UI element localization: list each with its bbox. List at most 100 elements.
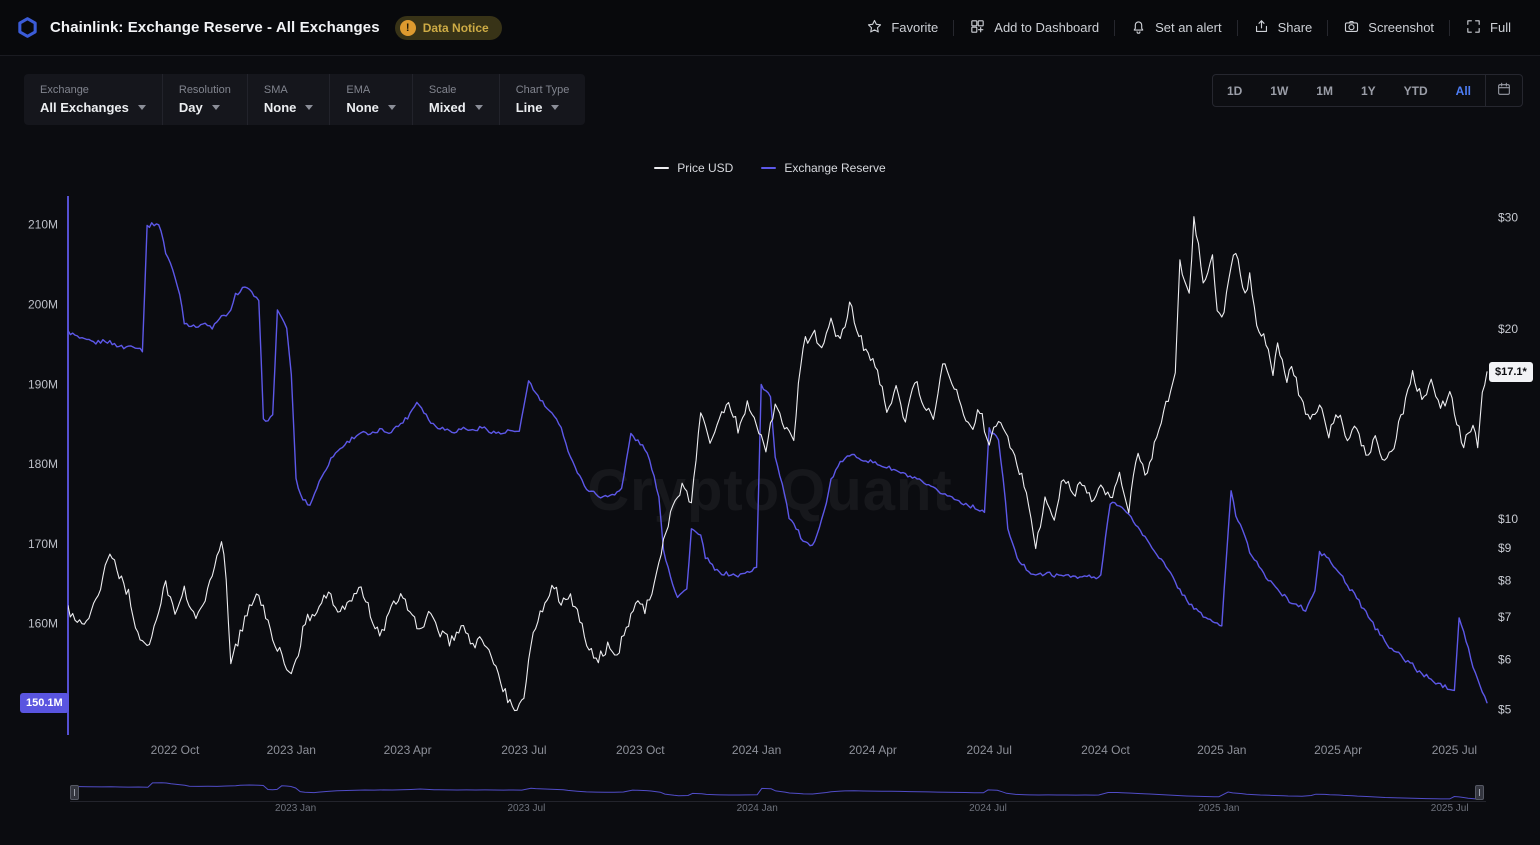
x-axis-tick: 2025 Apr — [1314, 743, 1362, 757]
share-button[interactable]: Share — [1240, 12, 1326, 44]
resolution-label: Resolution — [179, 84, 231, 96]
share-icon — [1253, 18, 1270, 38]
navigator-track[interactable] — [70, 778, 1486, 803]
right-axis-tick: $5 — [1498, 703, 1512, 717]
dashboard-add-icon — [969, 18, 986, 38]
exchange-reserve-line — [68, 223, 1487, 703]
x-axis-tick: 2023 Apr — [384, 743, 432, 757]
left-axis-tick: 210M — [28, 218, 58, 232]
ema-label: EMA — [346, 84, 396, 96]
navigator-tick: 2025 Jan — [1198, 803, 1239, 814]
x-axis-tick: 2023 Jul — [501, 743, 546, 757]
chart-type-select[interactable]: Chart Type Line — [500, 74, 586, 125]
navigator-tick: 2023 Jan — [275, 803, 316, 814]
x-axis-tick: 2025 Jul — [1432, 743, 1477, 757]
right-axis-tick: $30 — [1498, 211, 1518, 225]
favorite-label: Favorite — [891, 20, 938, 35]
scale-label: Scale — [429, 84, 483, 96]
navigator-tick: 2024 Jul — [969, 803, 1007, 814]
chevron-down-icon — [475, 105, 483, 110]
reserve-line-swatch — [761, 167, 776, 169]
price-line-swatch — [654, 167, 669, 169]
range-1d-button[interactable]: 1D — [1213, 75, 1256, 106]
page-title: Chainlink: Exchange Reserve - All Exchan… — [50, 19, 380, 36]
range-ytd-button[interactable]: YTD — [1390, 75, 1442, 106]
ema-select[interactable]: EMA None — [330, 74, 413, 125]
navigator-left-handle[interactable] — [70, 785, 79, 800]
resolution-value: Day — [179, 100, 203, 115]
x-axis-tick: 2024 Apr — [849, 743, 897, 757]
range-selector: 1D 1W 1M 1Y YTD All — [1212, 74, 1523, 107]
navigator-right-handle[interactable] — [1475, 785, 1484, 800]
legend-price-usd-label: Price USD — [677, 161, 733, 175]
warning-icon: ! — [400, 20, 416, 36]
top-header: Chainlink: Exchange Reserve - All Exchan… — [0, 0, 1540, 56]
legend-exchange-reserve[interactable]: Exchange Reserve — [761, 161, 885, 175]
exchange-label: Exchange — [40, 84, 146, 96]
chart-controls: Exchange All Exchanges Resolution Day SM… — [24, 74, 585, 125]
chevron-down-icon — [138, 105, 146, 110]
divider — [1114, 20, 1115, 36]
x-axis-tick: 2025 Jan — [1197, 743, 1246, 757]
right-axis-tick: $10 — [1498, 512, 1518, 526]
legend-price-usd[interactable]: Price USD — [654, 161, 733, 175]
range-1y-button[interactable]: 1Y — [1347, 75, 1390, 106]
sma-label: SMA — [264, 84, 314, 96]
set-alert-label: Set an alert — [1155, 20, 1222, 35]
right-axis-tick: $8 — [1498, 573, 1512, 587]
bell-icon — [1130, 18, 1147, 38]
chevron-down-icon — [551, 105, 559, 110]
chart-type-value: Line — [516, 100, 543, 115]
right-axis-tick: $20 — [1498, 322, 1518, 336]
x-axis-tick: 2024 Oct — [1081, 743, 1130, 757]
navigator-tick: 2025 Jul — [1431, 803, 1469, 814]
star-icon — [866, 18, 883, 38]
right-axis-tick: $9 — [1498, 541, 1512, 555]
divider — [1449, 20, 1450, 36]
calendar-button[interactable] — [1485, 75, 1522, 106]
right-axis-tick: $6 — [1498, 652, 1512, 666]
chevron-down-icon — [305, 105, 313, 110]
left-axis-tick: 170M — [28, 537, 58, 551]
reserve-current-badge: 150.1M — [20, 693, 69, 713]
screenshot-button[interactable]: Screenshot — [1330, 12, 1447, 44]
share-label: Share — [1278, 20, 1313, 35]
exchange-value: All Exchanges — [40, 100, 129, 115]
add-to-dashboard-label: Add to Dashboard — [994, 20, 1099, 35]
exchange-select[interactable]: Exchange All Exchanges — [24, 74, 163, 125]
left-axis-tick: 200M — [28, 298, 58, 312]
set-alert-button[interactable]: Set an alert — [1117, 12, 1235, 44]
scale-select[interactable]: Scale Mixed — [413, 74, 500, 125]
screenshot-label: Screenshot — [1368, 20, 1434, 35]
x-axis-tick: 2023 Oct — [616, 743, 665, 757]
x-axis-tick: 2024 Jul — [967, 743, 1012, 757]
divider — [1327, 20, 1328, 36]
chainlink-logo-icon — [16, 16, 39, 39]
chart-canvas[interactable]: 210M200M190M180M170M160M$30$20$10$9$8$7$… — [0, 0, 1540, 845]
header-left: Chainlink: Exchange Reserve - All Exchan… — [16, 16, 502, 40]
left-axis-tick: 160M — [28, 617, 58, 631]
x-axis-tick: 2024 Jan — [732, 743, 781, 757]
navigator-tick: 2023 Jul — [507, 803, 545, 814]
chevron-down-icon — [388, 105, 396, 110]
favorite-button[interactable]: Favorite — [853, 12, 951, 44]
fullscreen-icon — [1465, 18, 1482, 38]
chart-toolbar: Exchange All Exchanges Resolution Day SM… — [24, 74, 1523, 125]
add-to-dashboard-button[interactable]: Add to Dashboard — [956, 12, 1112, 44]
cryptoquant-app: Chainlink: Exchange Reserve - All Exchan… — [0, 0, 1540, 845]
range-1w-button[interactable]: 1W — [1256, 75, 1302, 106]
resolution-select[interactable]: Resolution Day — [163, 74, 248, 125]
left-axis-tick: 180M — [28, 457, 58, 471]
divider — [953, 20, 954, 36]
chart-type-label: Chart Type — [516, 84, 570, 96]
range-1m-button[interactable]: 1M — [1302, 75, 1347, 106]
data-notice-badge[interactable]: ! Data Notice — [395, 16, 502, 40]
scale-value: Mixed — [429, 100, 466, 115]
sma-select[interactable]: SMA None — [248, 74, 331, 125]
fullscreen-button[interactable]: Full — [1452, 12, 1524, 44]
calendar-icon — [1496, 81, 1512, 100]
camera-icon — [1343, 18, 1360, 38]
data-notice-label: Data Notice — [423, 21, 489, 35]
range-all-button[interactable]: All — [1442, 75, 1485, 106]
left-axis-tick: 190M — [28, 377, 58, 391]
